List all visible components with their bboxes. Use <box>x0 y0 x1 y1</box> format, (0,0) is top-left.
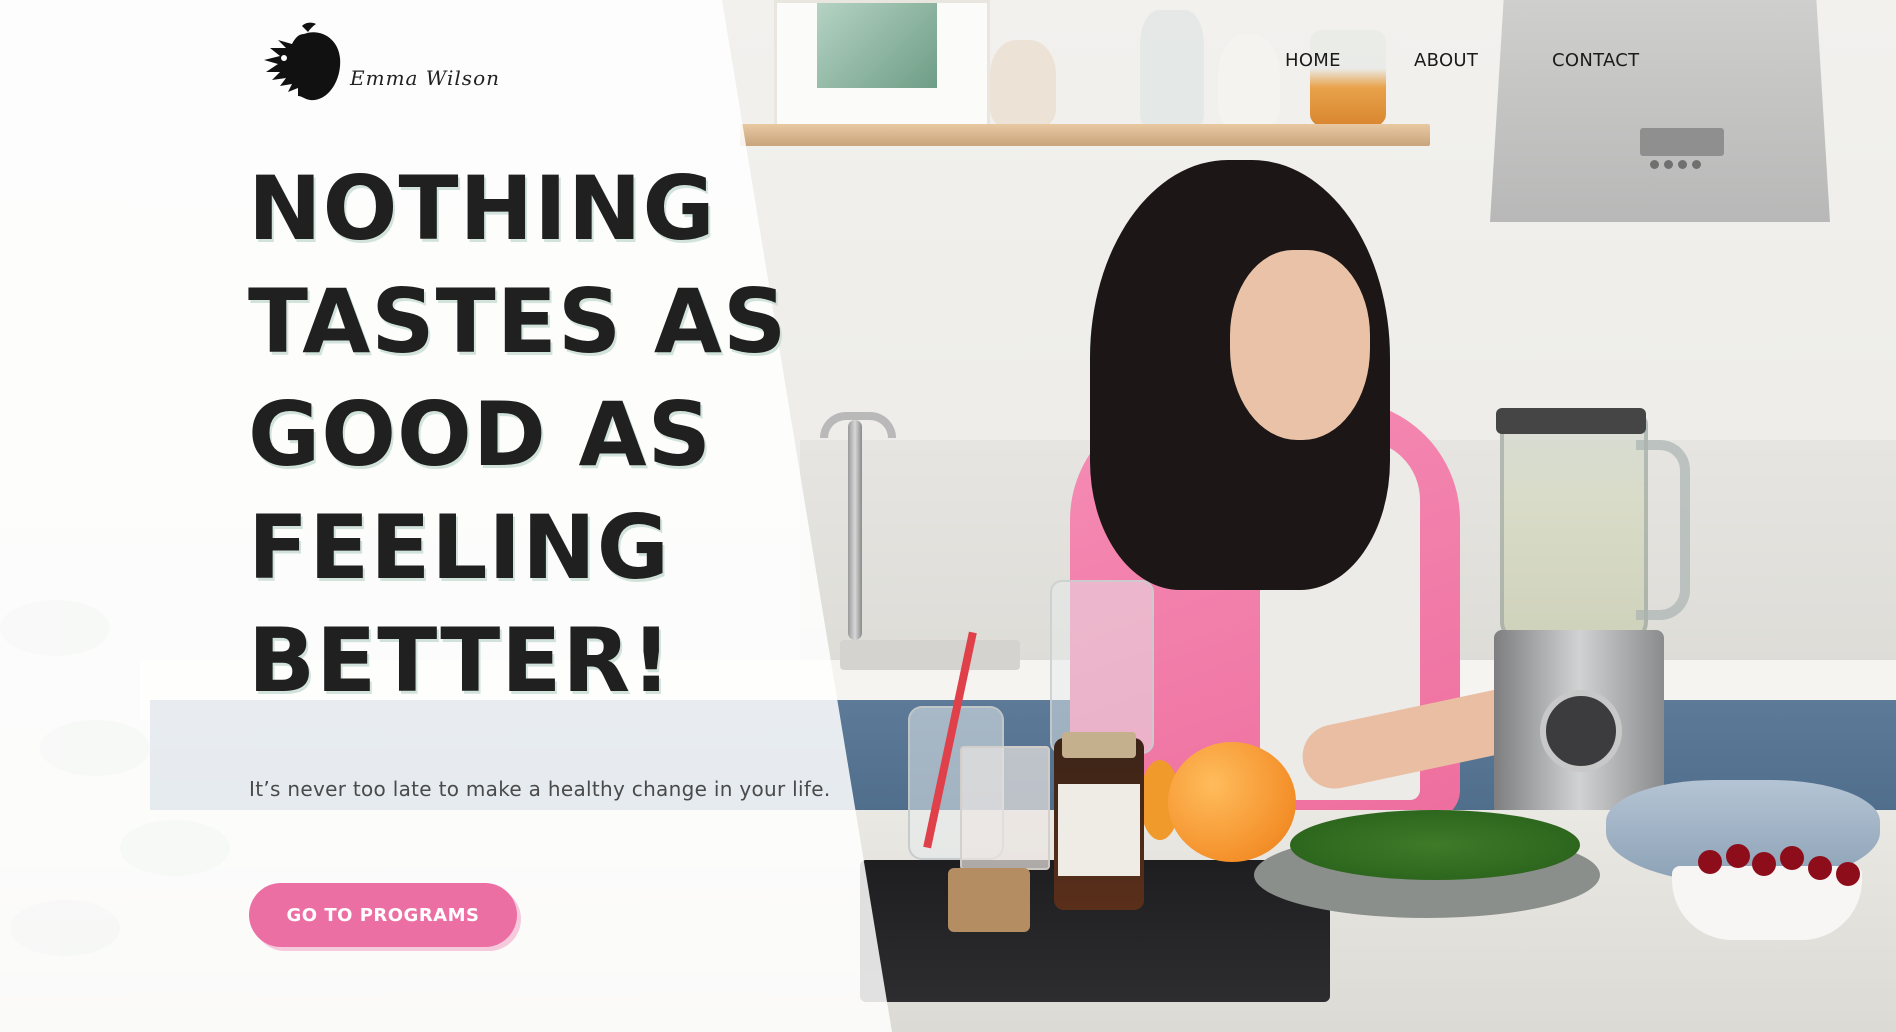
headline-line: NOTHING <box>248 157 716 260</box>
main-nav: HOME ABOUT CONTACT <box>0 50 1896 80</box>
nav-link-home[interactable]: HOME <box>1285 50 1341 71</box>
nav-link-contact[interactable]: CONTACT <box>1552 50 1639 71</box>
hero-headline: NOTHING TASTES AS GOOD AS FEELING BETTER… <box>248 152 787 717</box>
go-to-programs-button[interactable]: GO TO PROGRAMS <box>249 883 517 947</box>
headline-line: TASTES AS <box>248 270 788 373</box>
headline-line: BETTER! <box>248 609 673 712</box>
headline-line: FEELING <box>248 496 671 599</box>
headline-line: GOOD AS <box>248 383 713 486</box>
hero-tagline: It’s never too late to make a healthy ch… <box>249 777 831 801</box>
nav-link-about[interactable]: ABOUT <box>1414 50 1478 71</box>
landing-page: Emma Wilson HOME ABOUT CONTACT NOTHING T… <box>0 0 1896 1032</box>
